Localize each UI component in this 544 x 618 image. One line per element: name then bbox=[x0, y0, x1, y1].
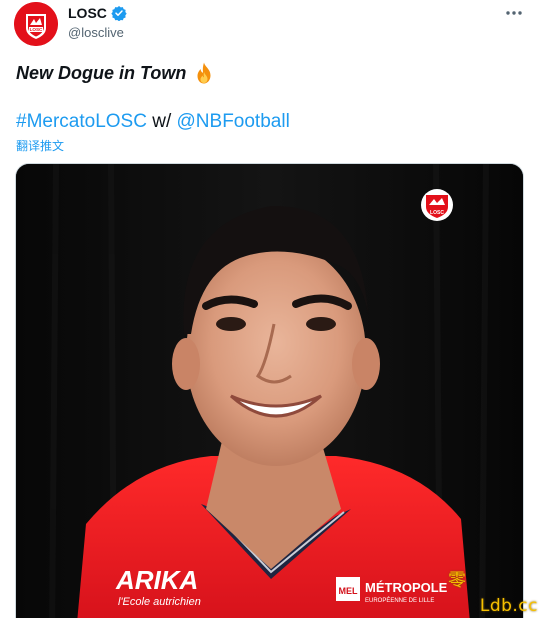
losc-corner-logo: LOSC bbox=[421, 189, 453, 221]
more-horizontal-icon[interactable] bbox=[504, 6, 524, 20]
watermark: Ldb.cc bbox=[479, 596, 538, 616]
fire-emoji-icon bbox=[192, 61, 216, 85]
sponsor-left: ARIKA bbox=[115, 565, 198, 595]
corner-logo-text: LOSC bbox=[430, 210, 444, 216]
sponsor-right: MÉTROPOLE bbox=[365, 580, 448, 595]
hashtag-link[interactable]: #MercatoLOSC bbox=[16, 111, 147, 132]
video-frame: LOSC ARIKA l'Ecole autrichien MEL MÉTROP… bbox=[16, 164, 523, 618]
tweet-connector: w/ bbox=[146, 111, 177, 132]
tweet-text-line1: New Dogue in Town bbox=[16, 61, 216, 85]
mention-link[interactable]: @NBFootball bbox=[177, 111, 290, 132]
handle[interactable]: @losclive bbox=[68, 25, 124, 40]
avatar[interactable]: LOSC bbox=[14, 2, 58, 46]
author-name-row: LOSC bbox=[68, 5, 127, 22]
translate-tweet-link[interactable]: 翻译推文 bbox=[16, 137, 64, 154]
avatar-text: LOSC bbox=[30, 27, 43, 32]
tweet-text-line2: #MercatoLOSC w/ @NBFootball bbox=[16, 111, 290, 133]
sponsor-right-sub: EUROPÉENNE DE LILLE bbox=[365, 597, 434, 604]
tweet-media-video[interactable]: LOSC ARIKA l'Ecole autrichien MEL MÉTROP… bbox=[15, 163, 524, 618]
verified-badge-icon bbox=[111, 5, 127, 22]
sponsor-left-sub: l'Ecole autrichien bbox=[118, 596, 201, 608]
sponsor-right-badge: MEL bbox=[339, 586, 359, 596]
watermark-glyph: 零 bbox=[448, 570, 466, 591]
tweet-headline: New Dogue in Town bbox=[16, 62, 187, 83]
losc-logo-icon: LOSC bbox=[14, 2, 58, 46]
display-name[interactable]: LOSC bbox=[68, 5, 107, 21]
